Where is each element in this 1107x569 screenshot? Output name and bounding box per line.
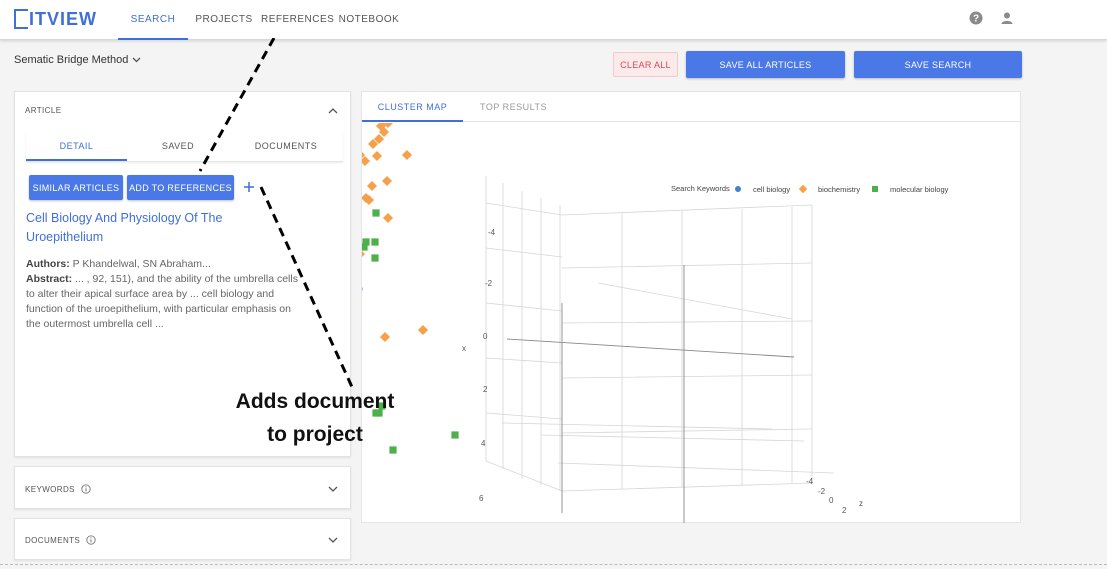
bottom-divider — [0, 564, 1107, 566]
annotation-text: Adds document to project — [200, 385, 430, 451]
keywords-header: KEYWORDS — [25, 484, 91, 494]
save-all-articles-button[interactable]: SAVE ALL ARTICLES — [686, 51, 845, 78]
plus-icon[interactable] — [243, 181, 255, 193]
article-subtabs: DETAIL SAVED DOCUMENTS — [26, 132, 343, 162]
marker-biochemistry[interactable] — [381, 175, 393, 187]
info-icon[interactable] — [86, 535, 96, 545]
logo-text: ITVIEW — [29, 8, 97, 29]
abstract-label: Abstract: — [26, 273, 73, 285]
documents-header: DOCUMENTS — [25, 535, 96, 545]
info-icon[interactable] — [81, 484, 91, 494]
legend-marker-biochemistry[interactable] — [798, 184, 808, 194]
marker-biochemistry[interactable] — [417, 324, 429, 336]
marker-biochemistry[interactable] — [401, 149, 413, 161]
x-tick-label: 6 — [479, 494, 484, 503]
legend-marker-molecular-biology[interactable] — [872, 186, 878, 192]
chevron-up-icon[interactable] — [328, 106, 338, 116]
annotation-arrow-up — [198, 38, 276, 172]
subtab-detail[interactable]: DETAIL — [26, 132, 127, 161]
authors-value: P Khandelwal, SN Abraham... — [72, 258, 211, 270]
marker-biochemistry[interactable] — [379, 331, 391, 343]
chevron-down-icon — [132, 57, 141, 63]
x-tick-label: -2 — [485, 279, 493, 288]
marker-biochemistry[interactable] — [371, 150, 383, 162]
chart-grid — [485, 176, 835, 492]
nav-tab-notebook[interactable]: NOTEBOOK — [338, 0, 400, 40]
z-axis-label: z — [859, 499, 863, 508]
annotation-arrow-down — [259, 186, 354, 388]
x-tick-label: 4 — [481, 439, 486, 448]
results-panel: CLUSTER MAP TOP RESULTS -4 -2 0 2 4 6 x -4 -2 0 2 z… — [361, 91, 1021, 523]
x-tick-label: 2 — [483, 385, 488, 394]
chevron-down-icon[interactable] — [328, 535, 338, 545]
marker-molecular-biology[interactable] — [451, 431, 459, 439]
marker-cell-biology[interactable] — [362, 285, 363, 292]
search-method-label: Sematic Bridge Method — [14, 54, 129, 66]
article-panel-header: ARTICLE — [25, 106, 62, 115]
authors-label: Authors: — [26, 258, 70, 270]
search-method-selector[interactable]: Sematic Bridge Method — [14, 54, 141, 66]
x-tick-label: 0 — [483, 332, 488, 341]
save-search-button[interactable]: SAVE SEARCH — [854, 51, 1022, 78]
marker-biochemistry[interactable] — [366, 180, 378, 192]
keywords-panel[interactable]: KEYWORDS — [14, 466, 351, 509]
x-tick-label: -4 — [488, 228, 496, 237]
chevron-down-icon[interactable] — [328, 484, 338, 494]
documents-label: DOCUMENTS — [25, 535, 81, 545]
tab-cluster-map[interactable]: CLUSTER MAP — [362, 92, 463, 122]
tab-top-results[interactable]: TOP RESULTS — [463, 92, 564, 122]
legend-label-cell-biology: cell biology — [753, 185, 790, 194]
similar-articles-button[interactable]: SIMILAR ARTICLES — [29, 175, 123, 200]
marker-molecular-biology[interactable] — [372, 209, 380, 217]
z-tick-label: -2 — [818, 487, 826, 496]
marker-molecular-biology[interactable] — [371, 238, 379, 246]
nav-tab-projects[interactable]: PROJECTS — [192, 0, 256, 40]
annotation-line-2: to project — [267, 423, 363, 446]
legend-label-biochemistry: biochemistry — [818, 185, 860, 194]
marker-biochemistry[interactable] — [382, 212, 394, 224]
legend-label-molecular-biology: molecular biology — [890, 185, 949, 194]
marker-biochemistry[interactable] — [362, 155, 371, 167]
marker-molecular-biology[interactable] — [371, 254, 379, 262]
chart-axes — [506, 265, 795, 523]
x-axis-label: x — [462, 344, 466, 353]
nav-tab-search[interactable]: SEARCH — [118, 0, 188, 40]
clear-all-button[interactable]: CLEAR ALL — [613, 52, 678, 77]
chart-legend: Search Keywords cell biology biochemistry m… — [671, 184, 949, 194]
z-tick-label: -4 — [806, 477, 814, 486]
annotation-line-1: Adds document — [235, 390, 395, 413]
user-icon[interactable] — [1000, 11, 1014, 25]
help-circle-icon[interactable]: ? — [969, 11, 983, 25]
marker-molecular-biology[interactable] — [362, 238, 370, 246]
cluster-map-chart[interactable]: -4-20246x-4-202z Search Keywords cell bio… — [362, 123, 1020, 523]
z-tick-label: 0 — [829, 496, 834, 505]
article-title[interactable]: Cell Biology And Physiology Of The Uroep… — [26, 209, 241, 247]
svg-text:?: ? — [973, 14, 979, 25]
add-to-references-button[interactable]: ADD TO REFERENCES — [127, 175, 234, 200]
keywords-label: KEYWORDS — [25, 484, 75, 494]
litview-logo[interactable]: ITVIEW — [14, 8, 97, 30]
nav-tab-references[interactable]: REFERENCES — [261, 0, 334, 40]
legend-title: Search Keywords — [671, 184, 730, 193]
top-nav-bar: ITVIEW SEARCH PROJECTS REFERENCES NOTEBO… — [0, 0, 1107, 40]
logo-bracket — [14, 9, 28, 29]
documents-panel[interactable]: DOCUMENTS — [14, 518, 351, 560]
z-tick-label: 2 — [842, 506, 847, 515]
results-tabs: CLUSTER MAP TOP RESULTS — [362, 92, 1020, 122]
legend-marker-cell-biology[interactable] — [735, 186, 741, 192]
